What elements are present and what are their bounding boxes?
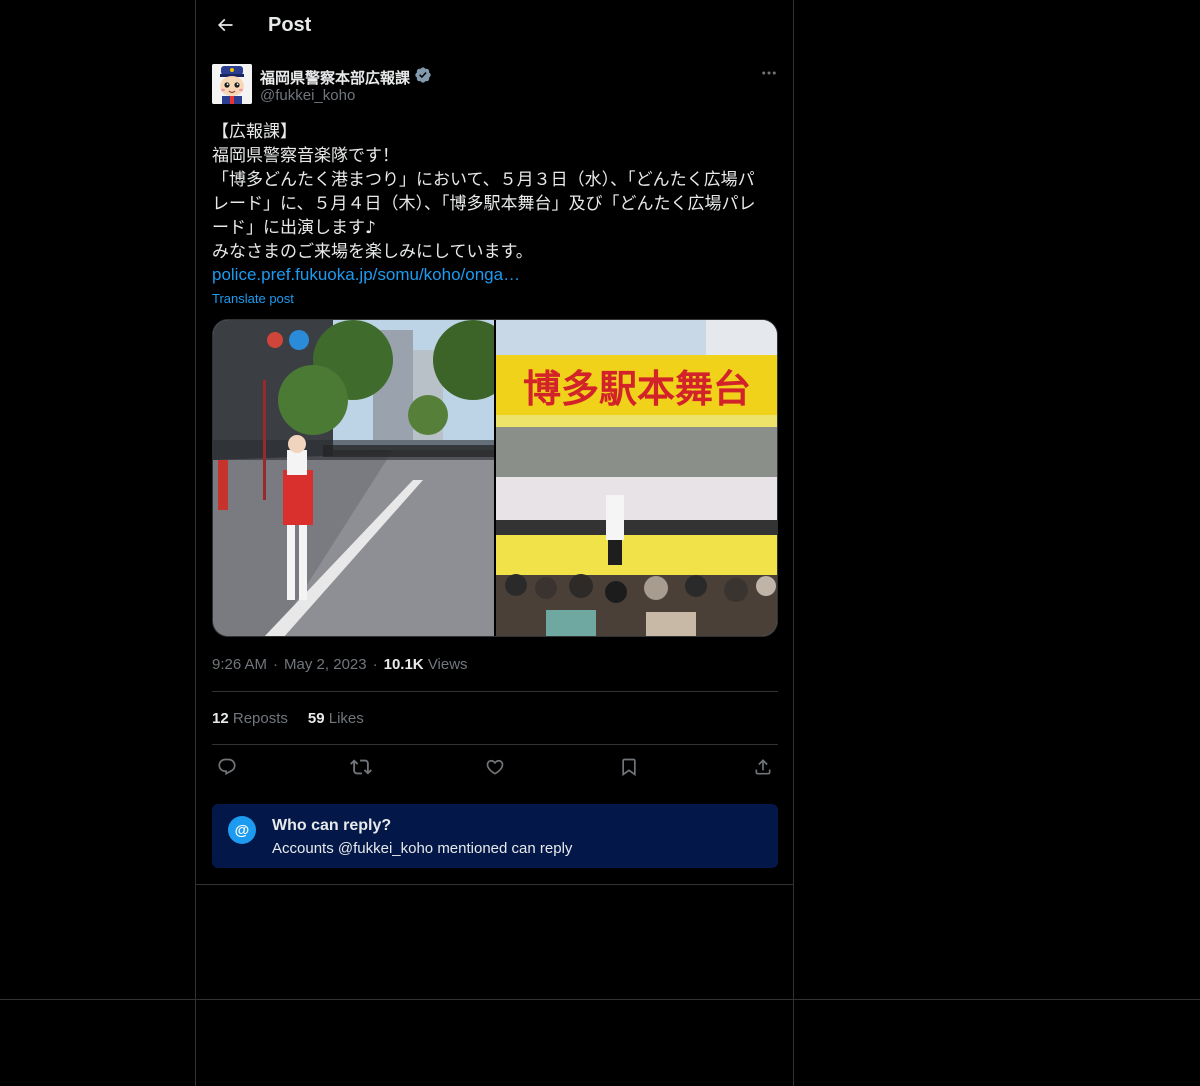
who-can-reply-title: Who can reply? bbox=[272, 817, 392, 834]
reposts-stat[interactable]: 12 Reposts bbox=[212, 710, 288, 727]
meta-separator: · bbox=[273, 656, 279, 673]
divider bbox=[195, 884, 794, 885]
back-button[interactable] bbox=[208, 10, 242, 44]
post-meta: 9:26 AM · May 2, 2023 · 10.1K Views bbox=[212, 656, 468, 673]
media-image-parade[interactable] bbox=[213, 320, 494, 636]
page-title: Post bbox=[268, 14, 312, 36]
reposts-label: Reposts bbox=[232, 710, 288, 727]
arrow-left-icon bbox=[215, 15, 235, 40]
share-button[interactable] bbox=[750, 756, 776, 782]
avatar[interactable] bbox=[212, 64, 252, 104]
verified-badge-icon[interactable] bbox=[414, 66, 432, 88]
meta-separator: · bbox=[372, 656, 378, 673]
stage-photo: 博多駅本舞台 bbox=[496, 320, 777, 636]
media-grid: 博多駅本舞台 bbox=[212, 319, 778, 637]
page: Post 福岡県警察本部広報課 @fukkei_koho 【広報課】 福岡県警察… bbox=[0, 0, 1200, 1086]
tweet-line: 「博多どんたく港まつり」において、５月３日（水）、「どんたく広場パ bbox=[212, 170, 755, 190]
tweet-line: みなさまのご来場を楽しみにしています。 bbox=[212, 242, 533, 262]
divider bbox=[212, 744, 778, 745]
tweet-text: 【広報課】 福岡県警察音楽隊です！ 「博多どんたく港まつり」において、５月３日（… bbox=[212, 120, 778, 264]
bookmark-icon bbox=[619, 757, 639, 782]
like-button[interactable] bbox=[482, 756, 508, 782]
bookmark-button[interactable] bbox=[616, 756, 642, 782]
who-can-reply-subtitle: Accounts @fukkei_koho mentioned can repl… bbox=[272, 840, 573, 857]
more-horizontal-icon bbox=[760, 64, 778, 87]
at-sign-icon: @ bbox=[228, 816, 256, 844]
views-count: 10.1K bbox=[383, 656, 424, 673]
author-name[interactable]: 福岡県警察本部広報課 bbox=[260, 66, 432, 88]
tweet-line: 福岡県警察音楽隊です！ bbox=[212, 146, 399, 166]
post-date[interactable]: May 2, 2023 bbox=[284, 656, 367, 673]
divider bbox=[212, 691, 778, 692]
media-image-stage[interactable]: 博多駅本舞台 bbox=[496, 320, 777, 636]
tweet-line: レード」に、５月４日（木）、「博多駅本舞台」及び「どんたく広場パレ bbox=[212, 194, 756, 214]
who-can-reply-box: @ Who can reply? Accounts @fukkei_koho m… bbox=[212, 804, 778, 868]
stage-sign-text: 博多駅本舞台 bbox=[523, 367, 751, 411]
reply-button[interactable] bbox=[214, 756, 240, 782]
like-icon bbox=[485, 757, 505, 782]
main-column: Post 福岡県警察本部広報課 @fukkei_koho 【広報課】 福岡県警察… bbox=[195, 0, 794, 1086]
action-bar bbox=[212, 756, 778, 782]
reply-icon bbox=[217, 757, 237, 782]
mascot-avatar-image bbox=[212, 64, 252, 104]
parade-photo bbox=[213, 320, 494, 636]
translate-post-link[interactable]: Translate post bbox=[212, 291, 294, 306]
likes-stat[interactable]: 59 Likes bbox=[308, 710, 364, 727]
author-handle[interactable]: @fukkei_koho bbox=[260, 87, 355, 104]
repost-button[interactable] bbox=[348, 756, 374, 782]
author-name-text: 福岡県警察本部広報課 bbox=[260, 69, 411, 87]
more-options-button[interactable] bbox=[758, 64, 780, 86]
likes-label: Likes bbox=[328, 710, 364, 727]
views-label: Views bbox=[427, 656, 468, 673]
repost-icon bbox=[350, 756, 372, 783]
post-header: Post bbox=[196, 0, 793, 53]
post-stats: 12 Reposts 59 Likes bbox=[212, 710, 364, 727]
post-time[interactable]: 9:26 AM bbox=[212, 656, 267, 673]
share-icon bbox=[753, 757, 773, 782]
likes-count: 59 bbox=[307, 710, 325, 727]
divider bbox=[0, 999, 1200, 1000]
reposts-count: 12 bbox=[212, 710, 229, 727]
tweet-line: 【広報課】 bbox=[212, 122, 297, 142]
tweet-line: ード」に出演します♪ bbox=[212, 218, 376, 238]
tweet-link[interactable]: police.pref.fukuoka.jp/somu/koho/onga… bbox=[212, 263, 520, 287]
